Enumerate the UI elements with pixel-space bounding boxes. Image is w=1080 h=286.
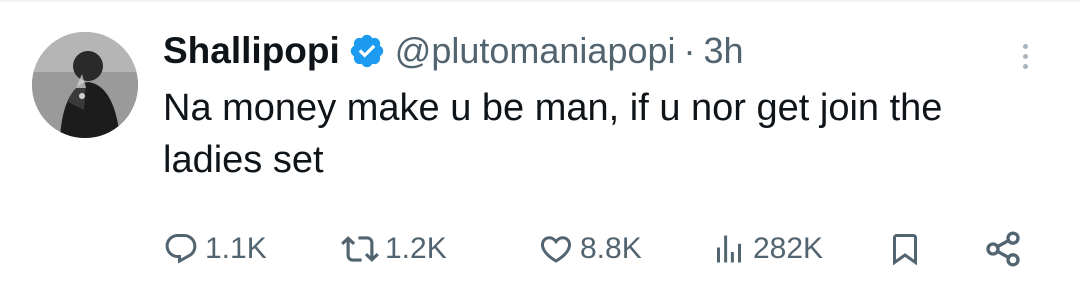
separator-dot: · [683, 30, 696, 71]
tweet-content: Shallipopi @plutomaniapopi · 3h Na money… [163, 26, 1040, 186]
heart-icon [540, 236, 572, 263]
reply-count: 1.1K [205, 232, 267, 265]
share-button[interactable] [983, 224, 1023, 274]
like-button[interactable]: 8.8K [538, 224, 642, 274]
action-bar: 1.1K 1.2K 8.8K 282K [163, 224, 1043, 274]
bookmark-icon [893, 234, 917, 266]
views-chart-icon [717, 235, 741, 263]
bookmark-button[interactable] [887, 224, 923, 274]
tweet-text: Na money make u be man, if u nor get joi… [163, 87, 943, 181]
author-handle[interactable]: @plutomaniapopi [395, 30, 676, 72]
like-count: 8.8K [580, 232, 642, 265]
reply-icon [165, 234, 197, 264]
tweet-card[interactable]: Shallipopi @plutomaniapopi · 3h Na money… [0, 0, 1080, 286]
reply-button[interactable]: 1.1K [163, 224, 267, 274]
tweet-header: Shallipopi @plutomaniapopi · 3h [163, 26, 1040, 76]
repost-icon [341, 236, 379, 262]
views-count: 282K [753, 232, 824, 265]
views-button[interactable]: 282K [711, 224, 823, 274]
repost-count: 1.2K [385, 232, 447, 265]
timestamp[interactable]: 3h [704, 30, 744, 72]
repost-button[interactable]: 1.2K [341, 224, 447, 274]
author-name[interactable]: Shallipopi [163, 30, 340, 72]
avatar[interactable] [32, 32, 138, 138]
share-icon [986, 231, 1020, 267]
verified-badge-icon [348, 32, 386, 70]
more-options-icon[interactable] [1010, 36, 1040, 76]
